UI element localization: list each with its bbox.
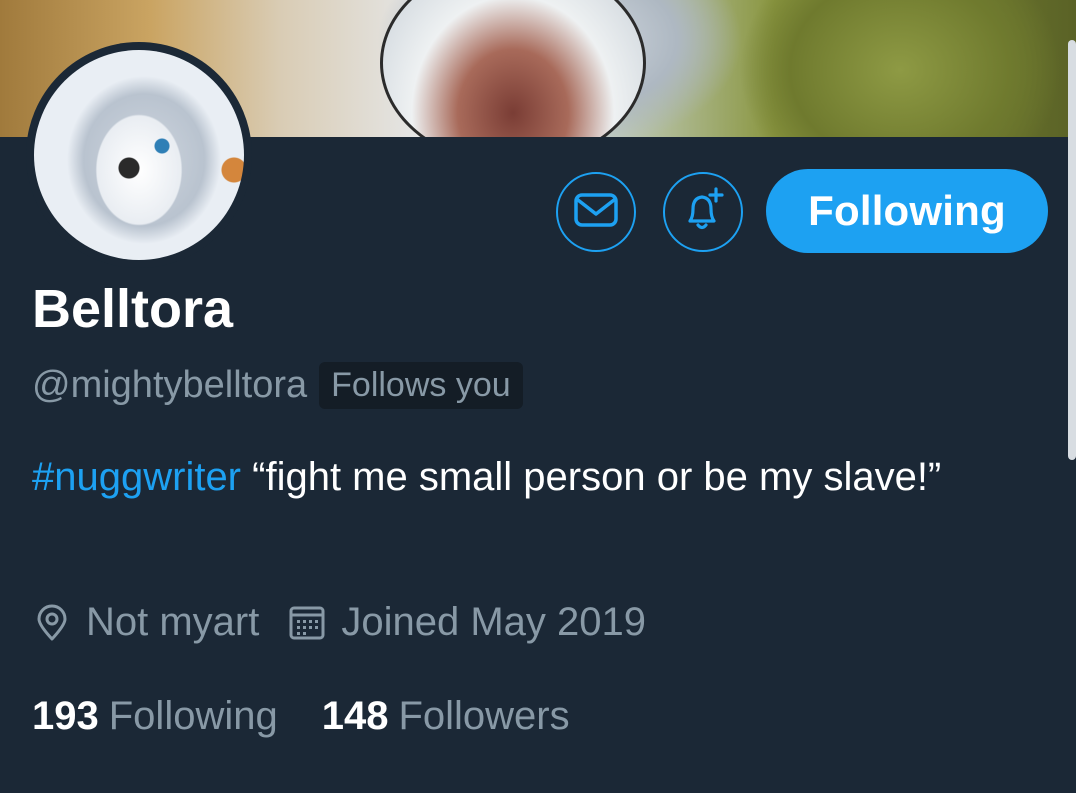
profile-stats: 193 Following 148 Followers (32, 694, 570, 739)
followers-count: 148 (321, 694, 389, 738)
bell-plus-icon (678, 185, 728, 240)
location-pin-icon (32, 603, 72, 643)
avatar[interactable] (26, 42, 252, 268)
following-stat[interactable]: 193 Following (32, 694, 278, 739)
username: @mightybelltora (32, 364, 308, 406)
follows-you-badge: Follows you (319, 362, 523, 409)
location-text: Not myart (86, 600, 260, 644)
banner-artwork (380, 0, 646, 137)
joined-date: Joined May 2019 (341, 600, 647, 644)
bio: #nuggwriter “fight me small person or be… (32, 446, 1032, 508)
following-count: 193 (32, 694, 99, 738)
notifications-button[interactable] (663, 172, 743, 252)
bio-hashtag-link[interactable]: #nuggwriter (32, 455, 241, 499)
following-label: Following (108, 694, 278, 738)
followers-label: Followers (398, 694, 570, 738)
calendar-icon (287, 603, 327, 643)
followers-stat[interactable]: 148 Followers (322, 694, 570, 739)
scrollbar[interactable] (1068, 40, 1076, 460)
profile-meta: Not myart Joined May 2019 (32, 600, 646, 645)
envelope-icon (573, 190, 619, 235)
message-button[interactable] (556, 172, 636, 252)
following-button[interactable]: Following (766, 169, 1048, 253)
bio-text: “fight me small person or be my slave!” (241, 455, 942, 499)
display-name: Belltora (32, 279, 234, 339)
handle-row: @mightybelltora Follows you (32, 362, 523, 409)
avatar-image (34, 50, 244, 260)
